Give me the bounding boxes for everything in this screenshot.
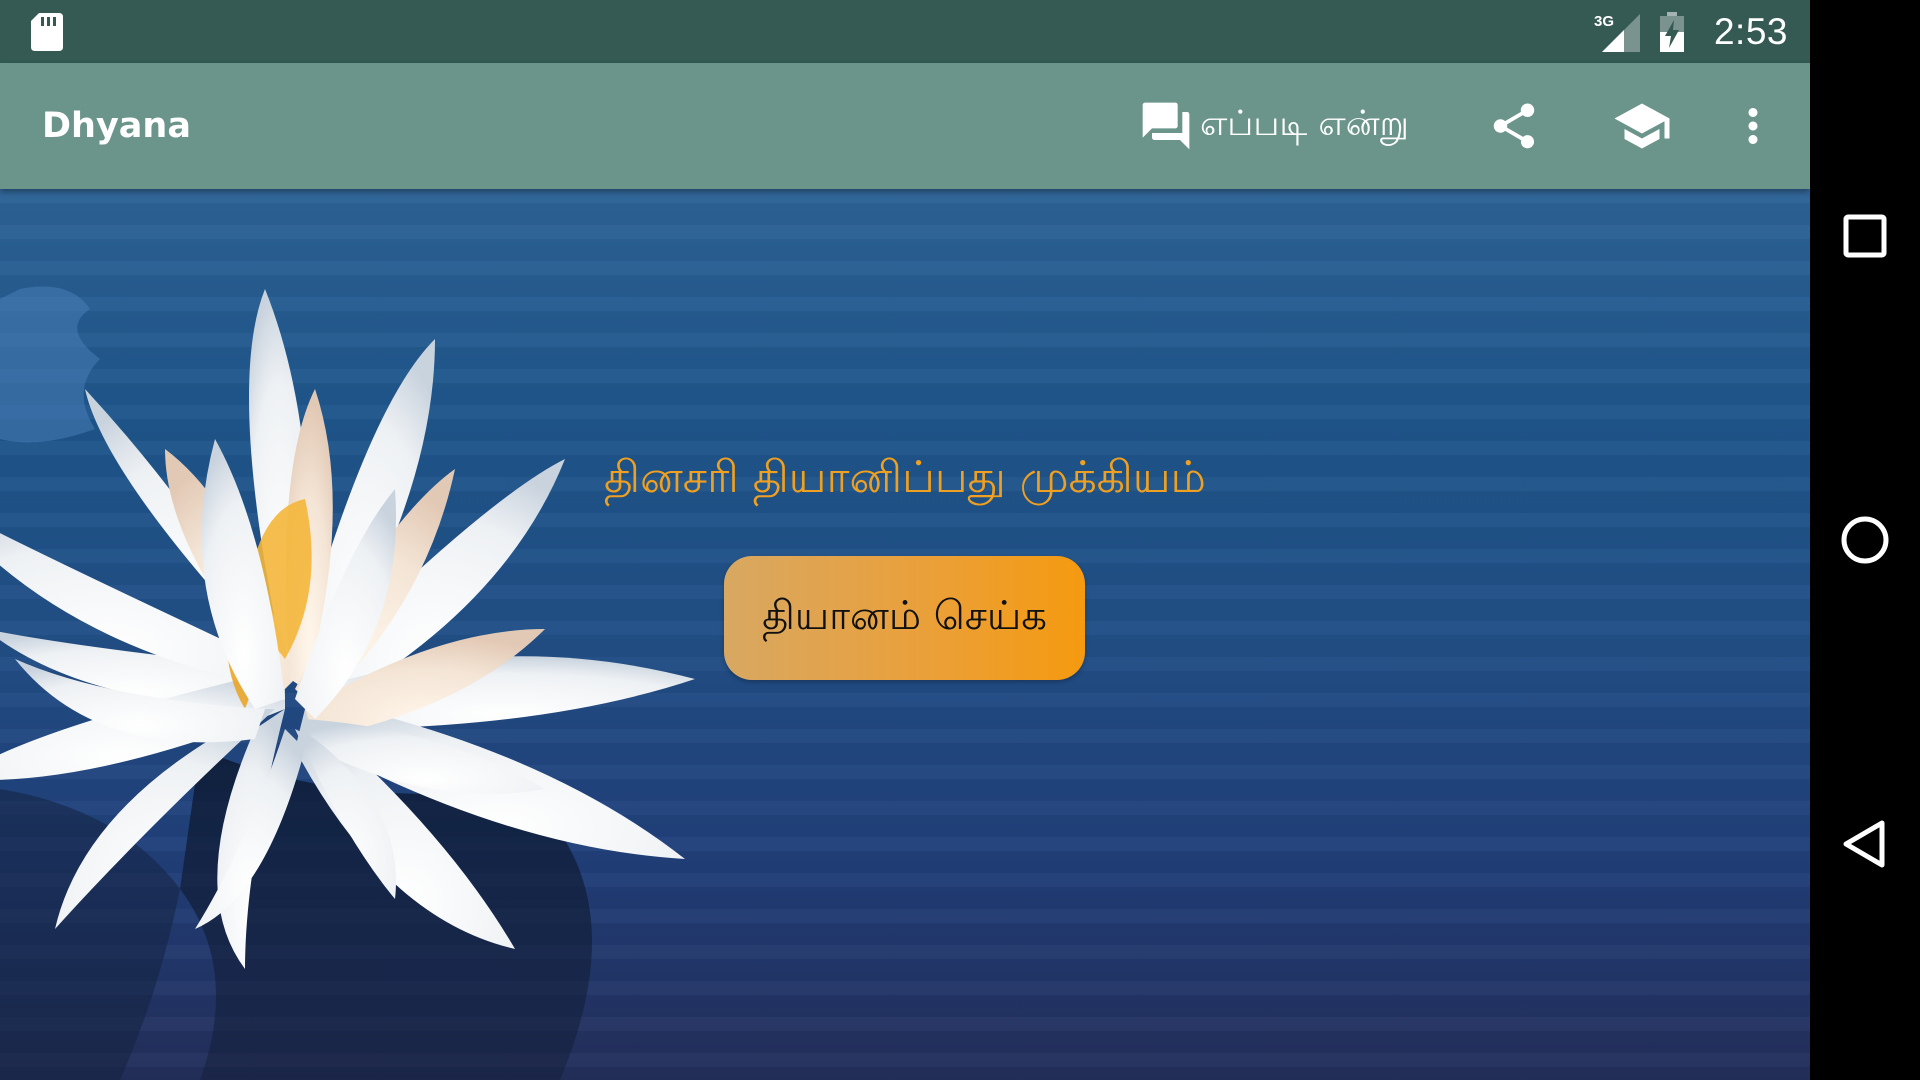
signal-icon: 3G [1594, 13, 1640, 52]
app-screen: 3G 2:53 Dhyana எப்படி என்று தினசரி தியான… [0, 0, 1810, 1080]
school-icon [1614, 103, 1670, 149]
home-button[interactable] [1827, 502, 1903, 578]
recents-icon [1843, 214, 1887, 258]
learn-button[interactable] [1609, 93, 1675, 159]
share-icon [1493, 103, 1535, 149]
how-to-button[interactable]: எப்படி என்று [1138, 97, 1409, 155]
more-vert-icon [1748, 108, 1758, 144]
main-content: தினசரி தியானிப்பது முக்கியம் தியானம் செய… [0, 189, 1810, 1080]
lotus-image [0, 286, 695, 1080]
app-title: Dhyana [42, 106, 191, 146]
home-icon [1841, 516, 1889, 564]
status-time: 2:53 [1713, 10, 1788, 52]
app-bar: Dhyana எப்படி என்று [0, 63, 1810, 189]
meditate-button[interactable]: தியானம் செய்க [724, 556, 1085, 680]
network-type-label: 3G [1594, 13, 1614, 30]
status-indicators: 3G 2:53 [1594, 0, 1788, 63]
how-to-label: எப்படி என்று [1200, 104, 1409, 144]
share-button[interactable] [1481, 93, 1547, 159]
battery-charging-icon [1659, 11, 1684, 52]
sd-card-icon [31, 13, 63, 51]
back-button[interactable] [1827, 806, 1903, 882]
overflow-menu-button[interactable] [1720, 93, 1786, 159]
status-bar: 3G 2:53 [0, 0, 1810, 63]
navigation-bar [1810, 0, 1920, 1080]
tagline-text: தினசரி தியானிப்பது முக்கியம் [604, 452, 1206, 503]
recents-button[interactable] [1827, 198, 1903, 274]
forum-icon [1142, 102, 1190, 150]
back-icon [1843, 820, 1885, 868]
